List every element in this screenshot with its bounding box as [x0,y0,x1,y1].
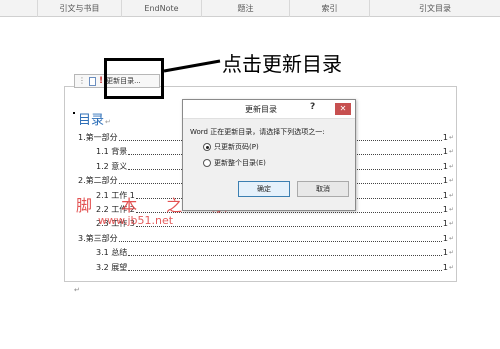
help-icon[interactable]: ? [310,102,315,112]
close-icon[interactable]: ✕ [335,103,351,115]
toc-page-number: 1 [442,248,448,258]
ok-button[interactable]: 确定 [238,181,290,197]
return-mark-icon: ↵ [448,206,454,213]
dialog-titlebar: 更新目录 ? ✕ [183,100,355,119]
toc-entry-text: 1.2 意义 [96,161,128,171]
toc-page-number: 1 [442,147,448,157]
update-toc-dialog: 更新目录 ? ✕ Word 正在更新目录，请选择下列选项之一: 只更新页码(P)… [182,99,356,211]
return-mark-icon: ↵ [448,148,454,156]
return-mark-icon: ↵ [448,263,454,271]
option-update-page-numbers[interactable]: 只更新页码(P) [203,142,259,152]
dialog-prompt: Word 正在更新目录，请选择下列选项之一: [190,128,325,136]
radio-update-entire-table[interactable] [203,159,211,167]
paragraph-mark [73,112,75,114]
toc-page-number: 1 [442,233,448,243]
option-update-entire-table[interactable]: 更新整个目录(E) [203,158,266,168]
watermark-url: www.jb51.net [98,214,174,227]
option-label[interactable]: 更新整个目录(E) [214,158,266,168]
return-mark-icon: ↵ [448,191,454,199]
toc-entry[interactable]: 3.1 总结 1 ↵ [96,247,454,259]
option-label[interactable]: 只更新页码(P) [214,142,259,152]
toc-entry-text: 3.1 总结 [96,248,128,258]
toc-page-number: 1 [442,161,448,171]
toc-dot-leader [128,255,442,257]
toc-entry-text: 3.2 展望 [96,262,128,272]
radio-update-page-numbers[interactable] [203,143,211,151]
toc-entry-text: 1.1 背景 [96,147,128,157]
toc-entry[interactable]: 3.第三部分 1 ↵ [78,233,454,245]
toc-page-number: 1 [442,205,448,214]
toc-entry-text: 3.第三部分 [78,233,118,243]
return-mark-icon: ↵ [448,220,454,228]
toc-page-number: 1 [442,190,448,200]
cancel-button[interactable]: 取消 [297,181,349,197]
return-mark-icon: ↵ [448,134,454,141]
toc-page-number: 1 [442,262,448,272]
toc-entry-text: 2.第二部分 [78,176,118,186]
return-mark-icon: ↵ [105,118,111,126]
return-mark-icon: ↵ [448,177,454,185]
toc-dot-leader [128,269,442,271]
toc-entry[interactable]: 3.2 展望 1 ↵ [96,262,454,274]
callout-text: 点击更新目录 [222,52,342,76]
toc-title-text: 目录 [78,113,105,128]
return-mark-icon: ↵ [448,234,454,242]
toc-entry-text: 1.第一部分 [78,133,118,142]
return-mark-icon: ↵ [74,286,80,294]
dialog-title: 更新目录 [245,105,277,114]
return-mark-icon: ↵ [448,249,454,257]
toc-page-number: 1 [442,219,448,229]
toc-page-number: 1 [442,133,448,142]
return-mark-icon: ↵ [448,162,454,170]
toc-dot-leader [135,226,442,228]
toc-dot-leader [118,240,442,242]
toc-title: 目录↵ [78,109,111,128]
toc-page-number: 1 [442,176,448,186]
